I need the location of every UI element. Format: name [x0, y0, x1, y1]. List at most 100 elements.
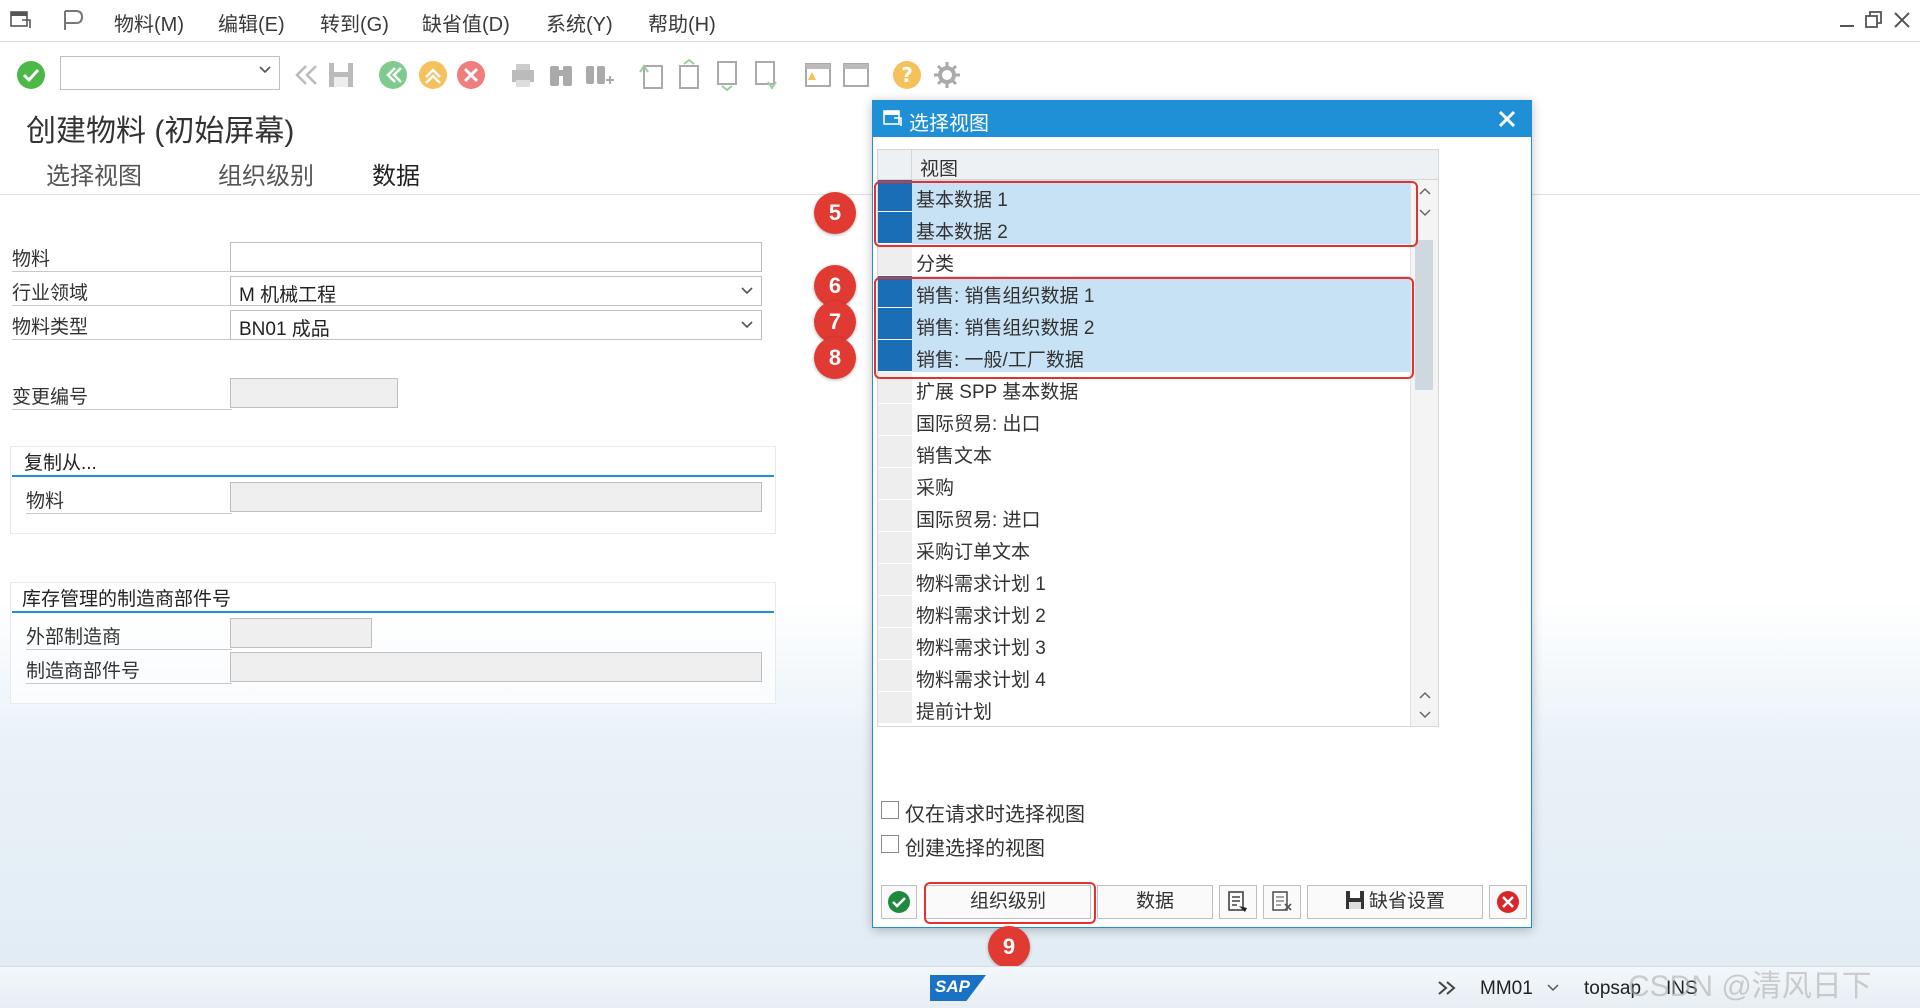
- deselect-all-button[interactable]: [1263, 885, 1301, 919]
- table-row[interactable]: 物料需求计划 2: [878, 596, 1410, 628]
- row-selector[interactable]: [878, 692, 912, 724]
- deselect-all-icon: [1272, 891, 1292, 911]
- row-selector[interactable]: [878, 660, 912, 692]
- row-label: 国际贸易: 出口: [916, 414, 1041, 435]
- chevron-down-icon[interactable]: [1418, 208, 1432, 218]
- chevron-down-icon[interactable]: [1418, 710, 1432, 720]
- copy-material-input[interactable]: [230, 482, 762, 512]
- table-row[interactable]: 采购订单文本: [878, 532, 1410, 564]
- material-label: 物料: [12, 244, 232, 272]
- status-bar: SAP MM01 topsap INS CSDN @清风日下: [0, 966, 1920, 1008]
- table-row[interactable]: 物料需求计划 3: [878, 628, 1410, 660]
- row-selector[interactable]: [878, 564, 912, 596]
- row-selector[interactable]: [878, 244, 912, 276]
- chevron-down-icon[interactable]: [741, 285, 753, 297]
- menu-material[interactable]: 物料(M): [114, 8, 184, 37]
- shortcut-icon[interactable]: [838, 58, 872, 92]
- change-number-label: 变更编号: [12, 382, 232, 410]
- default-settings-button[interactable]: 缺省设置: [1307, 885, 1483, 919]
- close-window-icon[interactable]: [1892, 10, 1912, 30]
- menu-bar: 物料(M) 编辑(E) 转到(G) 缺省值(D) 系统(Y) 帮助(H): [0, 0, 1920, 42]
- command-field[interactable]: [60, 56, 280, 90]
- tab-select-views[interactable]: 选择视图: [46, 156, 142, 191]
- chevron-down-icon[interactable]: [741, 319, 753, 331]
- menu-system[interactable]: 系统(Y): [546, 8, 613, 37]
- external-manufacturer-input[interactable]: [230, 618, 372, 648]
- table-row[interactable]: 分类: [878, 244, 1410, 276]
- menu-icon[interactable]: [10, 10, 32, 30]
- toolbar: ?: [0, 52, 1920, 100]
- sap-gui-icon[interactable]: [60, 8, 86, 34]
- next-page-icon[interactable]: [710, 58, 744, 92]
- row-selector[interactable]: [878, 628, 912, 660]
- material-input[interactable]: [230, 242, 762, 272]
- chevron-down-icon[interactable]: [1546, 983, 1560, 993]
- last-page-icon[interactable]: [748, 58, 782, 92]
- table-row[interactable]: 物料需求计划 4: [878, 660, 1410, 692]
- select-all-button[interactable]: [1219, 885, 1257, 919]
- help-icon[interactable]: ?: [890, 58, 924, 92]
- change-number-input[interactable]: [230, 378, 398, 408]
- select-all-cell[interactable]: [878, 150, 912, 180]
- history-back-icon[interactable]: [288, 58, 322, 92]
- exit-icon[interactable]: [416, 58, 450, 92]
- svg-text:?: ?: [901, 63, 913, 87]
- tab-org-levels[interactable]: 组织级别: [218, 156, 314, 191]
- chevron-up-icon[interactable]: [1418, 690, 1432, 700]
- expand-status-icon[interactable]: [1436, 979, 1458, 997]
- row-label: 物料需求计划 4: [916, 670, 1046, 691]
- transaction-code[interactable]: MM01: [1480, 978, 1533, 1000]
- table-row[interactable]: 国际贸易: 出口: [878, 404, 1410, 436]
- first-page-icon[interactable]: [634, 58, 668, 92]
- row-label: 物料需求计划 3: [916, 638, 1046, 659]
- annotation-box-sales-data: [874, 277, 1414, 379]
- row-selector[interactable]: [878, 532, 912, 564]
- dialog-title: 选择视图: [909, 113, 989, 135]
- new-session-icon[interactable]: [800, 58, 834, 92]
- gear-icon[interactable]: [930, 58, 964, 92]
- row-selector[interactable]: [878, 404, 912, 436]
- tab-data[interactable]: 数据: [372, 156, 420, 191]
- row-selector[interactable]: [878, 468, 912, 500]
- data-button[interactable]: 数据: [1097, 885, 1213, 919]
- print-icon[interactable]: [506, 58, 540, 92]
- close-icon[interactable]: [1493, 105, 1521, 133]
- confirm-button[interactable]: [881, 885, 917, 919]
- industry-select[interactable]: M 机械工程: [230, 276, 762, 306]
- table-row[interactable]: 物料需求计划 1: [878, 564, 1410, 596]
- row-label: 物料需求计划 2: [916, 606, 1046, 627]
- manufacturer-part-input[interactable]: [230, 652, 762, 682]
- table-row[interactable]: 销售文本: [878, 436, 1410, 468]
- table-header: 视图: [878, 150, 1438, 180]
- table-row[interactable]: 国际贸易: 进口: [878, 500, 1410, 532]
- minimize-icon[interactable]: [1838, 12, 1856, 30]
- save-icon[interactable]: [324, 58, 358, 92]
- menu-edit[interactable]: 编辑(E): [218, 8, 285, 37]
- sap-logo: SAP: [930, 975, 986, 1001]
- material-type-value: BN01 成品: [239, 319, 330, 340]
- enter-check-icon[interactable]: [14, 58, 48, 92]
- only-on-request-checkbox[interactable]: [881, 801, 899, 819]
- material-type-select[interactable]: BN01 成品: [230, 310, 762, 340]
- menu-goto[interactable]: 转到(G): [320, 8, 389, 37]
- menu-help[interactable]: 帮助(H): [648, 8, 716, 37]
- table-row[interactable]: 提前计划: [878, 692, 1410, 724]
- annotation-badge-9: 9: [988, 926, 1030, 968]
- find-next-icon[interactable]: [582, 58, 616, 92]
- create-selected-checkbox[interactable]: [881, 835, 899, 853]
- restore-icon[interactable]: [1864, 10, 1884, 30]
- scrollbar-thumb[interactable]: [1415, 240, 1433, 390]
- find-icon[interactable]: [544, 58, 578, 92]
- previous-page-icon[interactable]: [672, 58, 706, 92]
- table-row[interactable]: 采购: [878, 468, 1410, 500]
- cancel-icon[interactable]: [454, 58, 488, 92]
- page-title: 创建物料 (初始屏幕): [26, 115, 295, 148]
- row-selector[interactable]: [878, 596, 912, 628]
- row-selector[interactable]: [878, 500, 912, 532]
- row-selector[interactable]: [878, 436, 912, 468]
- dialog-header: 选择视图: [873, 101, 1531, 137]
- chevron-up-icon[interactable]: [1418, 186, 1432, 196]
- cancel-button[interactable]: [1489, 885, 1527, 919]
- back-icon[interactable]: [376, 58, 410, 92]
- menu-defaults[interactable]: 缺省值(D): [422, 8, 510, 37]
